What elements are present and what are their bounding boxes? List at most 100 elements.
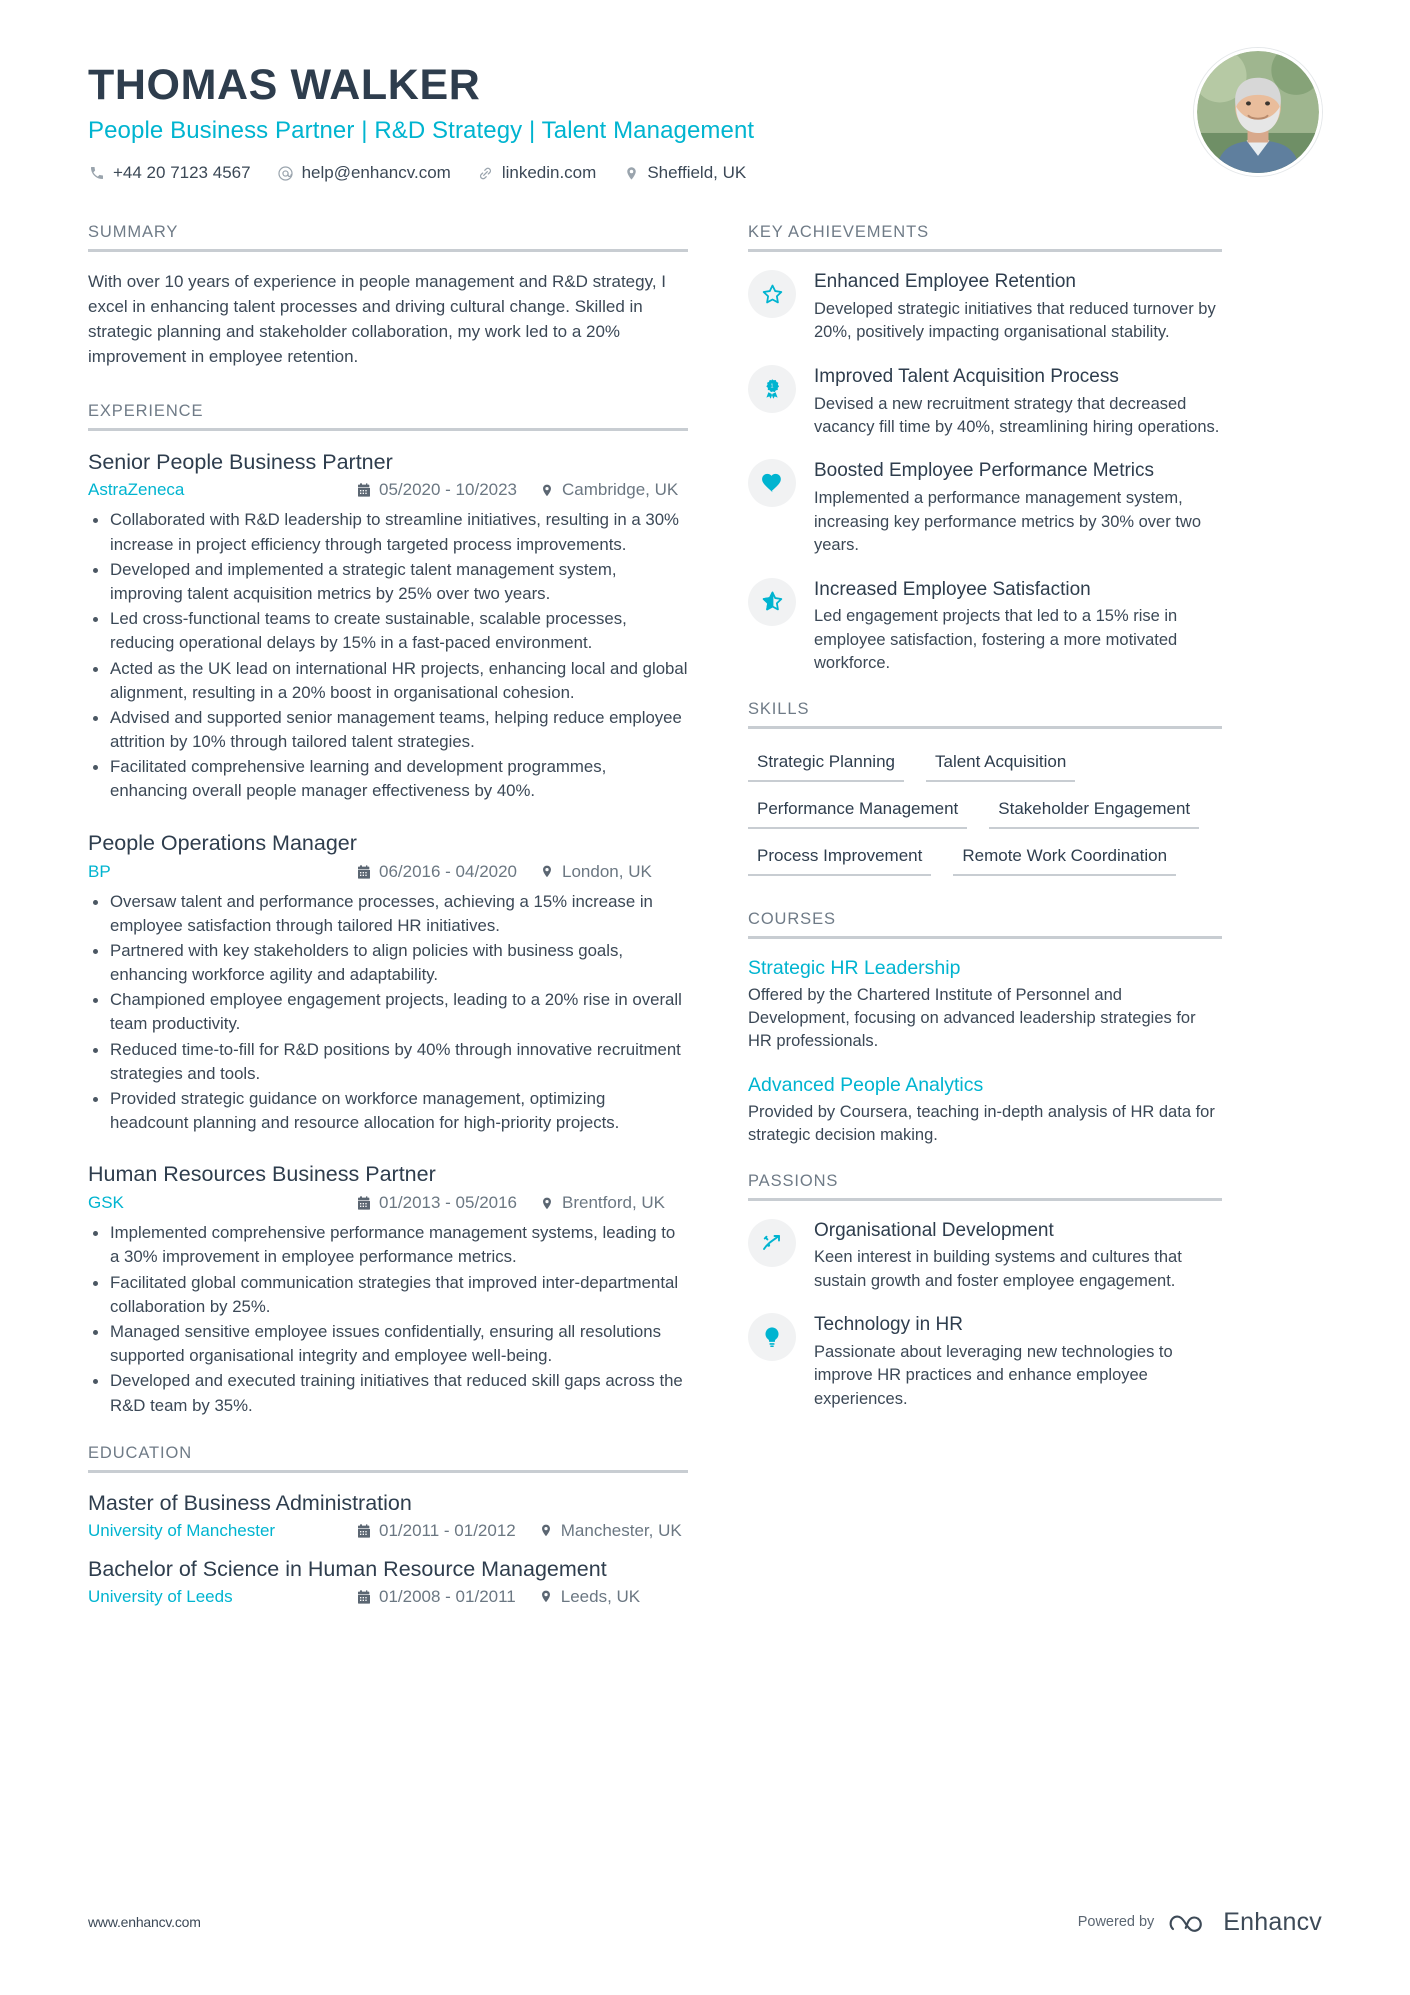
education-dates: 01/2011 - 01/2012: [356, 1521, 516, 1541]
page-title: THOMAS WALKER: [88, 61, 481, 109]
experience-entry: People Operations Manager BP 06/2016 - 04/…: [88, 830, 688, 1136]
achievement: 1 Improved Talent Acquisition Process Devi…: [748, 364, 1222, 440]
job-company: BP: [88, 861, 111, 881]
contact-phone-text: +44 20 7123 4567: [113, 163, 251, 183]
passion: Technology in HR Passionate about leverag…: [748, 1313, 1222, 1411]
degree-title: Master of Business Administration: [88, 1490, 412, 1515]
contact-email: help@enhancv.com: [277, 163, 451, 183]
job-bullet: Provided strategic guidance on workforce…: [88, 1087, 688, 1135]
job-location: Cambridge, UK: [539, 480, 678, 500]
job-dates: 06/2016 - 04/2020: [356, 862, 517, 882]
contact-email-text: help@enhancv.com: [301, 163, 451, 183]
job-dates: 05/2020 - 10/2023: [356, 480, 517, 500]
skill-tag: Remote Work Coordination: [953, 841, 1177, 876]
job-bullet: Collaborated with R&D leadership to stre…: [88, 508, 688, 556]
email-icon: [277, 164, 295, 182]
calendar-icon: [356, 1589, 372, 1605]
location-pin-icon: [538, 1589, 554, 1605]
job-bullet: Championed employee engagement projects,…: [88, 988, 688, 1036]
passions-list: Organisational Development Keen interest …: [748, 1218, 1222, 1412]
passion-description: Keen interest in building systems and cu…: [814, 1248, 1182, 1290]
job-bullet-list: Implemented comprehensive performance ma…: [88, 1221, 688, 1418]
course-title: Strategic HR Leadership: [748, 956, 961, 979]
star-outline-icon: [748, 270, 796, 319]
job-bullet: Facilitated global communication strateg…: [88, 1271, 688, 1319]
education-dates: 01/2008 - 01/2011: [356, 1587, 516, 1607]
achievement-title: Improved Talent Acquisition Process: [814, 365, 1119, 387]
passion: Organisational Development Keen interest …: [748, 1218, 1222, 1294]
passion-title: Technology in HR: [814, 1314, 963, 1336]
job-bullet: Led cross-functional teams to create sus…: [88, 607, 688, 655]
job-meta: GSK 01/2013 - 05/2016 Brentford, UK: [88, 1193, 688, 1213]
avatar: [1194, 48, 1322, 176]
achievement-description: Devised a new recruitment strategy that …: [814, 394, 1220, 437]
calendar-icon: [356, 1523, 372, 1539]
degree-title: Bachelor of Science in Human Resource Ma…: [88, 1556, 607, 1581]
achievement-title: Increased Employee Satisfaction: [814, 578, 1091, 600]
course-entry: Advanced People Analytics Provided by Cou…: [748, 1074, 1222, 1148]
job-location: Brentford, UK: [539, 1193, 665, 1213]
job-bullet-list: Collaborated with R&D leadership to stre…: [88, 508, 688, 803]
passion-description: Passionate about leveraging new technolo…: [814, 1342, 1173, 1408]
growth-arrow-icon: [748, 1218, 796, 1267]
calendar-icon: [356, 482, 372, 498]
job-title: Human Resources Business Partner: [88, 1162, 436, 1187]
job-bullet: Developed and executed training initiati…: [88, 1369, 688, 1417]
job-bullet: Developed and implemented a strategic ta…: [88, 558, 688, 606]
achievement-title: Enhanced Employee Retention: [814, 271, 1076, 293]
job-bullet: Implemented comprehensive performance ma…: [88, 1221, 688, 1269]
experience-heading: EXPERIENCE: [88, 401, 204, 420]
contact-row: +44 20 7123 4567 help@enhancv.com linked…: [88, 163, 1322, 183]
location-pin-icon: [539, 864, 555, 880]
skill-tag: Talent Acquisition: [925, 747, 1076, 782]
divider: [748, 249, 1222, 253]
section-courses: COURSES Strategic HR Leadership Offered b…: [748, 910, 1222, 1148]
achievement: Boosted Employee Performance Metrics Impl…: [748, 459, 1222, 557]
achievement-description: Led engagement projects that led to a 15…: [814, 607, 1178, 673]
passion-title: Organisational Development: [814, 1219, 1054, 1241]
location-pin-icon: [539, 482, 555, 498]
calendar-icon: [356, 864, 372, 880]
job-bullet-list: Oversaw talent and performance processes…: [88, 890, 688, 1136]
course-entry: Strategic HR Leadership Offered by the Ch…: [748, 957, 1222, 1054]
skill-tag: Stakeholder Engagement: [989, 794, 1200, 829]
job-bullet: Reduced time-to-fill for R&D positions b…: [88, 1038, 688, 1086]
lightbulb-icon: [748, 1313, 796, 1362]
footer-url[interactable]: www.enhancv.com: [88, 1914, 201, 1930]
job-company: AstraZeneca: [88, 480, 185, 500]
contact-location-text: Sheffield, UK: [647, 163, 747, 183]
achievement: Enhanced Employee Retention Developed str…: [748, 270, 1222, 345]
experience-entry: Senior People Business Partner AstraZenec…: [88, 449, 688, 804]
skills-heading: SKILLS: [748, 699, 810, 718]
key-achievements-heading: KEY ACHIEVEMENTS: [748, 223, 929, 242]
professional-headline: People Business Partner | R&D Strategy |…: [88, 117, 755, 145]
contact-link-text: linkedin.com: [501, 163, 597, 183]
contact-link[interactable]: linkedin.com: [477, 163, 597, 183]
passions-heading: PASSIONS: [748, 1171, 839, 1190]
contact-location: Sheffield, UK: [622, 163, 746, 183]
link-icon: [477, 164, 495, 182]
job-title: People Operations Manager: [88, 830, 357, 855]
phone-icon: [88, 164, 106, 182]
job-bullet: Facilitated comprehensive learning and d…: [88, 755, 688, 803]
achievement-description: Implemented a performance management sys…: [814, 489, 1201, 555]
job-meta: BP 06/2016 - 04/2020 London, UK: [88, 862, 688, 882]
school-name: University of Leeds: [88, 1586, 233, 1606]
summary-heading: SUMMARY: [88, 223, 179, 242]
left-column: SUMMARY With over 10 years of experience…: [88, 223, 688, 1623]
job-location: London, UK: [539, 862, 652, 882]
contact-phone: +44 20 7123 4567: [88, 163, 251, 183]
school-name: University of Manchester: [88, 1520, 276, 1540]
job-dates: 01/2013 - 05/2016: [356, 1193, 517, 1213]
education-meta: University of Leeds 01/2008 - 01/2011 Leed…: [88, 1587, 688, 1607]
education-location: Manchester, UK: [538, 1521, 682, 1541]
course-description: Offered by the Chartered Institute of Pe…: [748, 985, 1196, 1051]
skill-tag: Process Improvement: [748, 841, 932, 876]
job-company: GSK: [88, 1193, 124, 1213]
powered-by-label: Powered by: [1077, 1914, 1155, 1930]
enhancv-logo: Enhancv: [1168, 1907, 1322, 1937]
course-title: Advanced People Analytics: [748, 1073, 984, 1096]
location-pin-icon: [539, 1195, 555, 1211]
skill-tag: Strategic Planning: [748, 747, 904, 782]
job-meta: AstraZeneca 05/2020 - 10/2023 Cambridge, U…: [88, 480, 688, 500]
